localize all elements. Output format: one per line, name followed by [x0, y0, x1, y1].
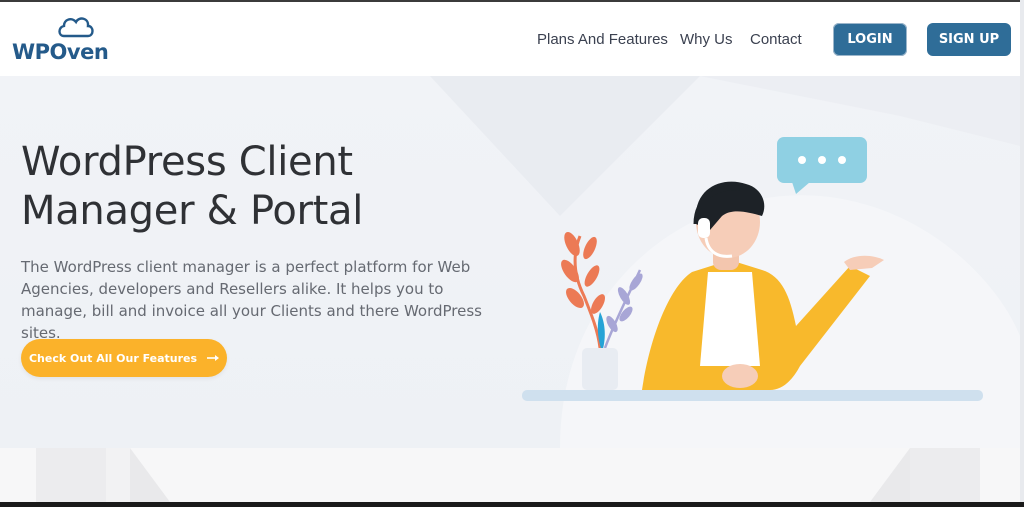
support-agent-figure: [642, 181, 884, 390]
cloud-chef-icon: [58, 17, 94, 38]
window-bottom-border: [0, 502, 1024, 507]
arrow-right-icon: [207, 355, 220, 361]
chat-bubble-icon: [777, 137, 867, 194]
check-out-features-button[interactable]: Check Out All Our Features: [21, 339, 227, 377]
nav-contact[interactable]: Contact: [750, 31, 802, 48]
hero-section: WordPress Client Manager & Portal The Wo…: [0, 76, 1020, 448]
potted-plant-icon: [561, 231, 643, 390]
hero-title: WordPress Client Manager & Portal: [21, 138, 481, 236]
hero-description: The WordPress client manager is a perfec…: [21, 258, 482, 342]
scrollbar-gutter: [1020, 0, 1024, 507]
login-button[interactable]: LOGIN: [833, 23, 907, 56]
support-agent-illustration: [522, 137, 983, 401]
nav-plans-and-features[interactable]: Plans And Features: [537, 31, 668, 48]
nav-why-us[interactable]: Why Us: [680, 31, 733, 48]
hero-title-line-1: WordPress Client: [21, 139, 353, 185]
signup-button[interactable]: SIGN UP: [927, 23, 1011, 56]
brand-logo[interactable]: WPOven: [12, 16, 122, 68]
bottom-decor-shapes: [36, 448, 980, 502]
hero-title-line-2: Manager & Portal: [21, 188, 364, 234]
next-section-preview: [0, 448, 1020, 502]
brand-name: WPOven: [12, 40, 109, 64]
site-header: WPOven Plans And Features Why Us Contact…: [0, 2, 1020, 76]
cta-label: Check Out All Our Features: [28, 351, 198, 365]
